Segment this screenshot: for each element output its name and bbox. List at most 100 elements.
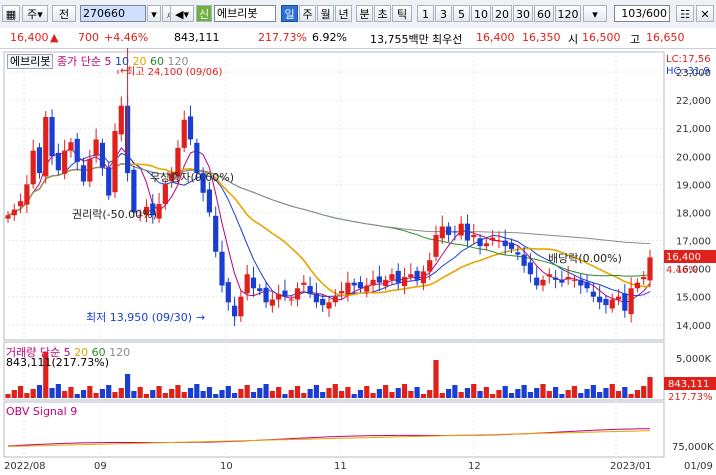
volume-bar [332, 384, 338, 398]
candle-body [24, 184, 30, 205]
obv-lines [7, 428, 651, 447]
tools-icon[interactable]: ✕ [696, 5, 714, 22]
candle-body [527, 262, 534, 275]
volume-bar [24, 393, 30, 398]
volume-bar [515, 389, 521, 398]
volume-bar [313, 385, 320, 398]
candle-body [301, 282, 307, 285]
y-tick-label: 19,000 [676, 180, 711, 191]
x-tick-label: 10 [220, 461, 233, 472]
speaker-icon[interactable]: ◀▾ [170, 5, 194, 22]
display-count-field[interactable]: 103/600 [614, 5, 670, 22]
quote-row: 16,400 ▲ 700 +4.46% 843,111 217.73% 6.92… [0, 28, 716, 49]
volume-bar [87, 386, 93, 398]
candle-body [313, 293, 320, 303]
candle-body [401, 277, 408, 287]
period-minute-tab[interactable]: 분 [356, 5, 373, 22]
interval-20-button[interactable]: 20 [492, 5, 512, 22]
candle-body [93, 139, 99, 156]
candle-body [584, 282, 590, 289]
open-label: 시 [568, 33, 579, 46]
candle-body [502, 240, 508, 247]
volume-bar [527, 392, 534, 398]
candle-body [162, 184, 168, 205]
interval-dropdown-icon[interactable]: ▾ [583, 5, 607, 22]
interval-60-button[interactable]: 60 [534, 5, 554, 22]
all-button[interactable]: 전 [52, 5, 76, 22]
market-select[interactable]: 주▾ [22, 5, 48, 22]
candle-body [634, 282, 641, 289]
last-price-tag-text: 16,400 [666, 252, 701, 263]
volume-bar [408, 391, 414, 398]
candle-body [326, 302, 332, 309]
ma5-label: 5 [104, 55, 112, 68]
candle-body [559, 279, 565, 283]
candle-body [628, 288, 634, 315]
min-annotation: 최저 13,950 (09/30) [86, 311, 192, 324]
volume-bar [225, 386, 231, 398]
interval-120-button[interactable]: 120 [555, 5, 581, 22]
ma-line [7, 162, 651, 297]
volume-bar [364, 386, 370, 398]
candle-body [452, 231, 458, 233]
period-second-tab[interactable]: 초 [374, 5, 391, 22]
period-tick-tab[interactable]: 틱 [392, 5, 412, 22]
interval-3-button[interactable]: 3 [435, 5, 452, 22]
turnover-pct: 6.92% [312, 31, 347, 44]
candle-body [445, 226, 452, 235]
volume-bar [420, 394, 427, 398]
volume-bar [471, 384, 477, 398]
interval-1-button[interactable]: 1 [417, 5, 434, 22]
period-week-tab[interactable]: 주 [299, 5, 316, 22]
obv-signal-label: Signal 9 [32, 405, 78, 418]
candle-body [540, 279, 546, 286]
volume-bar [584, 389, 590, 398]
stock-code-input[interactable]: 270660 [80, 5, 146, 22]
volume-bar [338, 391, 345, 398]
candle-body [458, 223, 464, 236]
chart-canvas[interactable]: 23,00022,00021,00020,00019,00018,00017,0… [0, 41, 716, 472]
interval-10-button[interactable]: 10 [471, 5, 491, 22]
candle-body [515, 252, 521, 255]
candle-body [250, 277, 257, 289]
settings-icon[interactable]: ☷ [676, 5, 694, 22]
min-arrow-icon: → [196, 311, 205, 324]
hc-label: HC:-31,9 [666, 66, 710, 77]
candle-body [36, 147, 43, 174]
volume-bar [401, 384, 408, 398]
candle-body [496, 240, 502, 242]
interval-5-button[interactable]: 5 [453, 5, 470, 22]
period-year-tab[interactable]: 년 [335, 5, 352, 22]
volume-bar [30, 389, 36, 398]
candle-body [490, 237, 496, 240]
candle-body [477, 238, 483, 247]
code-dropdown-icon[interactable]: ▾ [147, 5, 161, 22]
interval-30-button[interactable]: 30 [513, 5, 533, 22]
candle-body [99, 142, 106, 168]
chart-area[interactable]: 23,000 22,000 21,000 20,000 19,000 18,000 17,0… [0, 41, 716, 472]
high-price: 16,650 [646, 31, 685, 44]
candle-body [414, 270, 420, 280]
volume-bar [68, 387, 74, 398]
period-day-tab[interactable]: 일 [281, 5, 298, 22]
candle-body [597, 296, 603, 303]
candle-body [49, 116, 55, 157]
volume-bar [137, 387, 143, 398]
volume-bar [49, 388, 55, 398]
chart-type-icon[interactable]: ▦ [2, 5, 20, 22]
x-tick-label: 2022/08 [4, 461, 46, 472]
volume-bar [590, 385, 596, 398]
volume-bar [162, 393, 168, 398]
candle-body [483, 243, 489, 247]
x-tick-label: 12 [468, 461, 481, 472]
candle-body [87, 159, 93, 182]
stock-name-field[interactable]: 에브리봇 [214, 5, 276, 22]
period-month-tab[interactable]: 월 [317, 5, 334, 22]
candle-body [351, 282, 357, 286]
candle-body [269, 299, 275, 306]
obv-line [7, 428, 651, 447]
volume-bar [156, 386, 162, 398]
volume-bar [326, 388, 332, 398]
candle-body [546, 274, 552, 277]
ma120-label: 120 [167, 55, 189, 68]
